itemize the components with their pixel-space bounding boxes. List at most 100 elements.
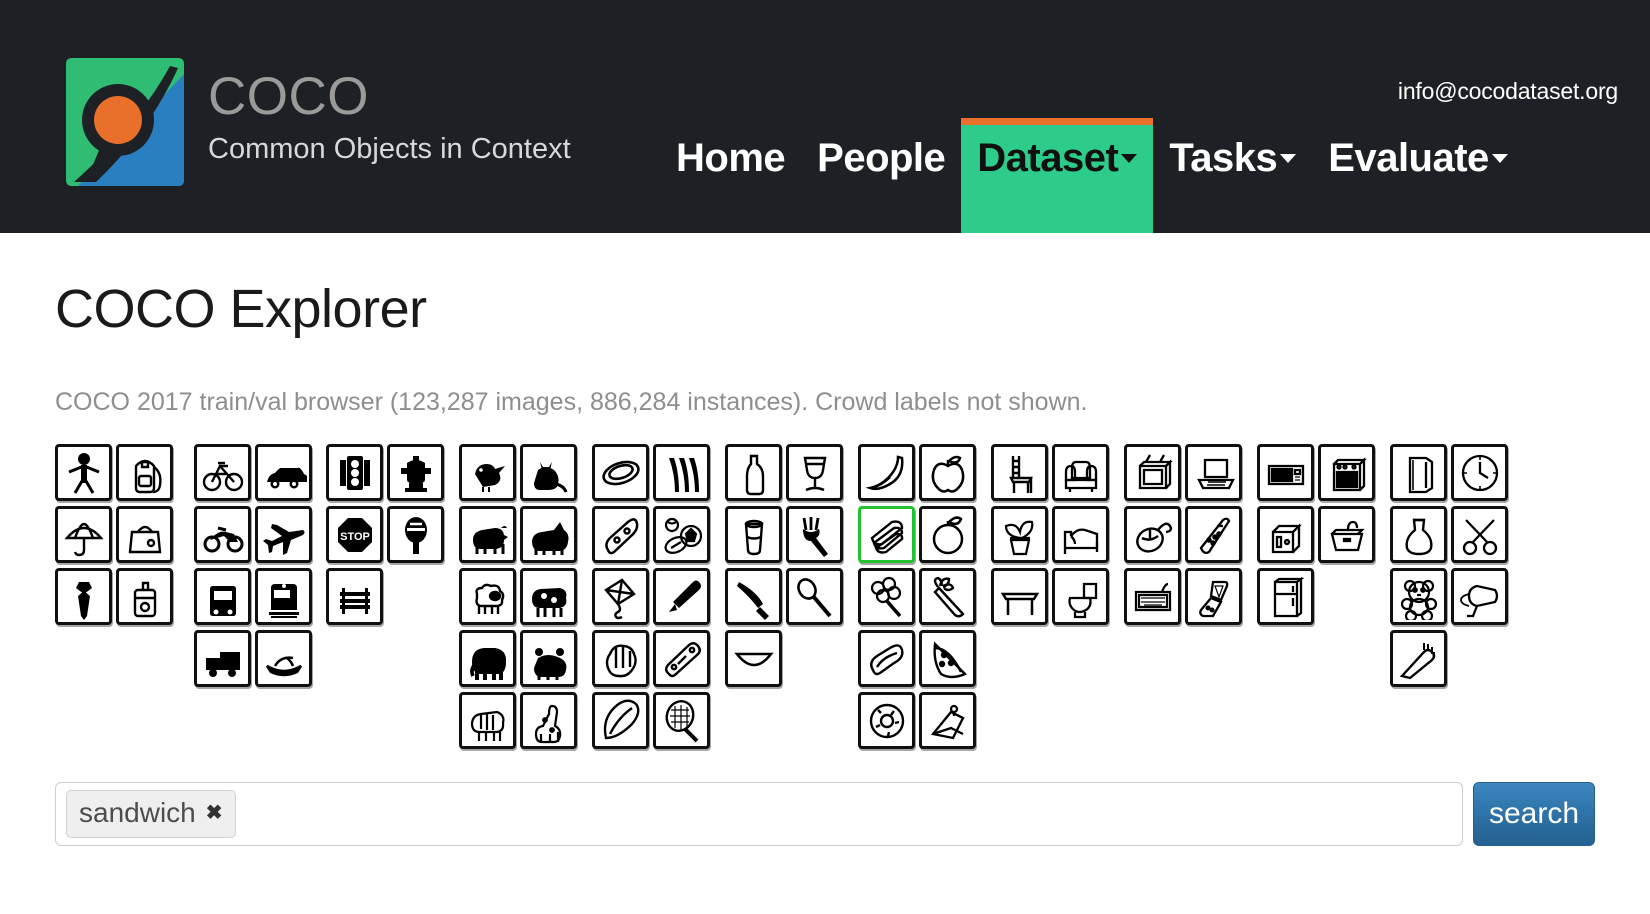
category-cell-dog[interactable] <box>459 506 516 563</box>
search-token[interactable]: sandwich ✖ <box>66 790 236 838</box>
category-cell-handbag[interactable] <box>116 506 173 563</box>
category-cell-umbrella[interactable] <box>55 506 112 563</box>
category-cell-bird[interactable] <box>459 444 516 501</box>
category-cell-tv[interactable] <box>1124 444 1181 501</box>
category-cell-hair-drier[interactable] <box>1451 568 1508 625</box>
contact-email[interactable]: info@cocodataset.org <box>1398 78 1618 105</box>
remove-token-icon[interactable]: ✖ <box>206 803 223 823</box>
category-cell-motorcycle[interactable] <box>194 506 251 563</box>
category-cell-skis[interactable] <box>653 444 710 501</box>
category-cell-skateboard[interactable] <box>653 630 710 687</box>
category-cell-sandwich[interactable] <box>858 506 915 563</box>
category-cell-dining-table[interactable] <box>991 568 1048 625</box>
category-cell-bench[interactable] <box>326 568 383 625</box>
brand-logo-block[interactable]: COCO Common Objects in Context <box>60 52 571 192</box>
search-button[interactable]: search <box>1473 782 1595 846</box>
category-cell-boat[interactable] <box>255 630 312 687</box>
category-cell-tie[interactable] <box>55 568 112 625</box>
nav-item-dataset[interactable]: Dataset <box>961 118 1154 233</box>
category-cell-oven[interactable] <box>1318 444 1375 501</box>
category-cell-knife[interactable] <box>725 568 782 625</box>
category-cell-sink[interactable] <box>1318 506 1375 563</box>
category-cell-banana[interactable] <box>858 444 915 501</box>
skis-icon <box>668 457 699 492</box>
category-cell-pizza[interactable] <box>919 630 976 687</box>
category-column <box>1390 444 1447 687</box>
category-cell-fork[interactable] <box>786 506 843 563</box>
category-cell-wine-glass[interactable] <box>786 444 843 501</box>
category-cell-cake[interactable] <box>919 692 976 749</box>
category-cell-remote[interactable] <box>1185 506 1242 563</box>
category-cell-giraffe[interactable] <box>520 692 577 749</box>
category-cell-surfboard[interactable] <box>592 692 649 749</box>
category-cell-couch[interactable] <box>1052 444 1109 501</box>
category-cell-scissors[interactable] <box>1451 506 1508 563</box>
nav-item-people[interactable]: People <box>801 118 961 233</box>
category-cell-horse[interactable] <box>520 506 577 563</box>
category-cell-bus[interactable] <box>194 568 251 625</box>
category-cell-bicycle[interactable] <box>194 444 251 501</box>
category-cell-hot-dog[interactable] <box>858 630 915 687</box>
clock-icon <box>1461 454 1498 491</box>
category-cell-truck[interactable] <box>194 630 251 687</box>
orange-icon <box>932 515 963 554</box>
category-cell-frisbee[interactable] <box>592 444 649 501</box>
category-cell-laptop[interactable] <box>1185 444 1242 501</box>
search-input[interactable]: sandwich ✖ <box>55 782 1463 846</box>
category-cell-cow[interactable] <box>520 568 577 625</box>
category-cell-tennis-racket[interactable] <box>653 692 710 749</box>
category-cell-car[interactable] <box>255 444 312 501</box>
category-cell-mouse[interactable] <box>1124 506 1181 563</box>
category-cell-potted-plant[interactable] <box>991 506 1048 563</box>
category-cell-sheep[interactable] <box>459 568 516 625</box>
category-cell-elephant[interactable] <box>459 630 516 687</box>
nav-item-evaluate[interactable]: Evaluate <box>1312 118 1524 233</box>
baseball-bat-icon <box>668 580 701 612</box>
category-cell-sports-ball[interactable] <box>653 506 710 563</box>
category-cell-baseball-glove[interactable] <box>592 630 649 687</box>
nav-item-home[interactable]: Home <box>660 118 801 233</box>
category-cell-snowboard[interactable] <box>592 506 649 563</box>
broccoli-icon <box>870 576 901 617</box>
category-cell-fire-hydrant[interactable] <box>387 444 444 501</box>
nav-item-tasks[interactable]: Tasks <box>1153 118 1312 233</box>
category-cell-carrot[interactable] <box>919 568 976 625</box>
category-column <box>592 444 649 749</box>
category-cell-toilet[interactable] <box>1052 568 1109 625</box>
category-cell-backpack[interactable] <box>116 444 173 501</box>
category-cell-cat[interactable] <box>520 444 577 501</box>
category-cell-train[interactable] <box>255 568 312 625</box>
category-cell-airplane[interactable] <box>255 506 312 563</box>
category-cell-microwave[interactable] <box>1257 444 1314 501</box>
chevron-down-icon <box>1491 153 1508 163</box>
category-cell-donut[interactable] <box>858 692 915 749</box>
category-cell-stop-sign[interactable]: STOP <box>326 506 383 563</box>
category-cell-person[interactable] <box>55 444 112 501</box>
category-column <box>919 444 976 749</box>
category-cell-suitcase[interactable] <box>116 568 173 625</box>
category-cell-refrigerator[interactable] <box>1257 568 1314 625</box>
category-cell-broccoli[interactable] <box>858 568 915 625</box>
category-cell-traffic-light[interactable] <box>326 444 383 501</box>
category-cell-zebra[interactable] <box>459 692 516 749</box>
category-cell-teddy-bear[interactable] <box>1390 568 1447 625</box>
category-cell-apple[interactable] <box>919 444 976 501</box>
category-cell-kite[interactable] <box>592 568 649 625</box>
category-cell-cup[interactable] <box>725 506 782 563</box>
category-cell-parking-meter[interactable] <box>387 506 444 563</box>
category-cell-bed[interactable] <box>1052 506 1109 563</box>
category-cell-toaster[interactable] <box>1257 506 1314 563</box>
category-cell-orange[interactable] <box>919 506 976 563</box>
category-cell-bowl[interactable] <box>725 630 782 687</box>
category-cell-vase[interactable] <box>1390 506 1447 563</box>
category-cell-keyboard[interactable] <box>1124 568 1181 625</box>
category-cell-chair[interactable] <box>991 444 1048 501</box>
category-cell-cell-phone[interactable] <box>1185 568 1242 625</box>
category-cell-book[interactable] <box>1390 444 1447 501</box>
category-cell-baseball-bat[interactable] <box>653 568 710 625</box>
category-cell-bear[interactable] <box>520 630 577 687</box>
category-cell-spoon[interactable] <box>786 568 843 625</box>
category-cell-bottle[interactable] <box>725 444 782 501</box>
category-cell-toothbrush[interactable] <box>1390 630 1447 687</box>
category-cell-clock[interactable] <box>1451 444 1508 501</box>
